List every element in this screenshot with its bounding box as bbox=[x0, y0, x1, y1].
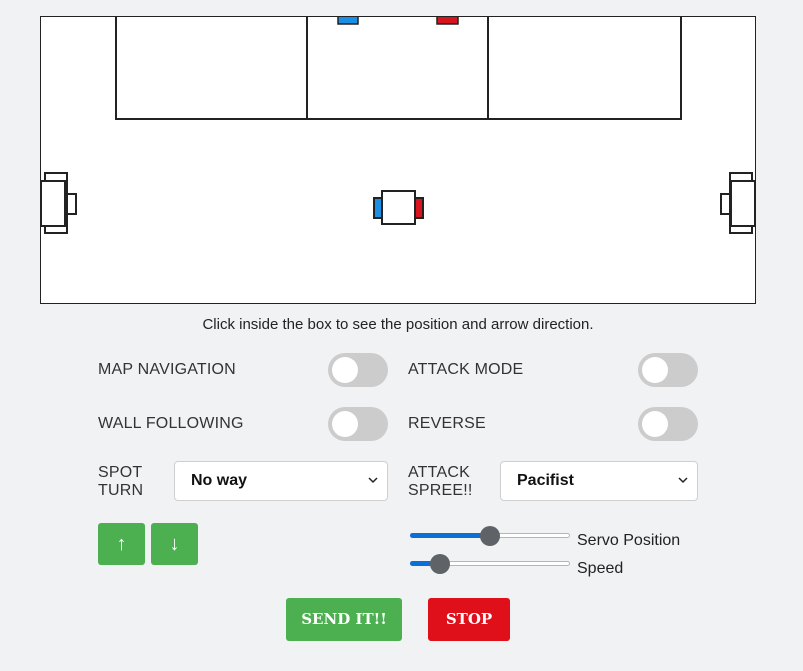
chevron-down-icon bbox=[368, 477, 378, 484]
toggle-knob bbox=[332, 357, 358, 383]
speed-slider[interactable] bbox=[410, 553, 570, 575]
wall-following-label: WALL FOLLOWING bbox=[98, 415, 244, 432]
map-drawing bbox=[41, 17, 755, 234]
spot-turn-label: SPOT TURN bbox=[98, 464, 143, 500]
forward-arrow-button[interactable]: ↑ bbox=[98, 523, 145, 565]
wall-following-toggle[interactable] bbox=[328, 407, 388, 441]
attack-spree-select[interactable]: Pacifist bbox=[500, 461, 698, 501]
attack-spree-label-line2: SPREE!! bbox=[408, 482, 473, 499]
reverse-label: REVERSE bbox=[408, 415, 486, 432]
servo-position-label: Servo Position bbox=[577, 532, 681, 549]
spot-turn-label-line2: TURN bbox=[98, 482, 144, 499]
speed-label: Speed bbox=[577, 560, 624, 577]
send-button[interactable]: SEND IT!! bbox=[286, 598, 402, 641]
reverse-toggle[interactable] bbox=[638, 407, 698, 441]
toggle-knob bbox=[642, 357, 668, 383]
spot-turn-label-line1: SPOT bbox=[98, 464, 143, 481]
center-robot-icon bbox=[373, 190, 424, 225]
map-navigation-toggle[interactable] bbox=[328, 353, 388, 387]
slider-thumb[interactable] bbox=[430, 554, 450, 574]
left-robot-icon bbox=[41, 172, 77, 234]
map-caption: Click inside the box to see the position… bbox=[202, 316, 594, 333]
attack-spree-label-line1: ATTACK bbox=[408, 464, 470, 481]
attack-mode-toggle[interactable] bbox=[638, 353, 698, 387]
slider-thumb[interactable] bbox=[480, 526, 500, 546]
attack-mode-label: ATTACK MODE bbox=[408, 361, 524, 378]
blue-marker bbox=[337, 17, 359, 25]
right-robot-icon bbox=[720, 172, 755, 234]
map-canvas[interactable] bbox=[40, 16, 756, 304]
chevron-down-icon bbox=[678, 477, 688, 484]
map-navigation-label: MAP NAVIGATION bbox=[98, 361, 236, 378]
slider-fill bbox=[410, 533, 490, 538]
spot-turn-select[interactable]: No way bbox=[174, 461, 388, 501]
backward-arrow-button[interactable]: ↓ bbox=[151, 523, 198, 565]
servo-position-slider[interactable] bbox=[410, 525, 570, 547]
toggle-knob bbox=[642, 411, 668, 437]
toggle-knob bbox=[332, 411, 358, 437]
attack-spree-selected-value: Pacifist bbox=[517, 472, 574, 489]
attack-spree-label: ATTACK SPREE!! bbox=[408, 464, 473, 500]
map-wall-outline bbox=[115, 17, 682, 120]
red-marker bbox=[436, 17, 459, 25]
stop-button[interactable]: STOP bbox=[428, 598, 510, 641]
spot-turn-selected-value: No way bbox=[191, 472, 248, 489]
